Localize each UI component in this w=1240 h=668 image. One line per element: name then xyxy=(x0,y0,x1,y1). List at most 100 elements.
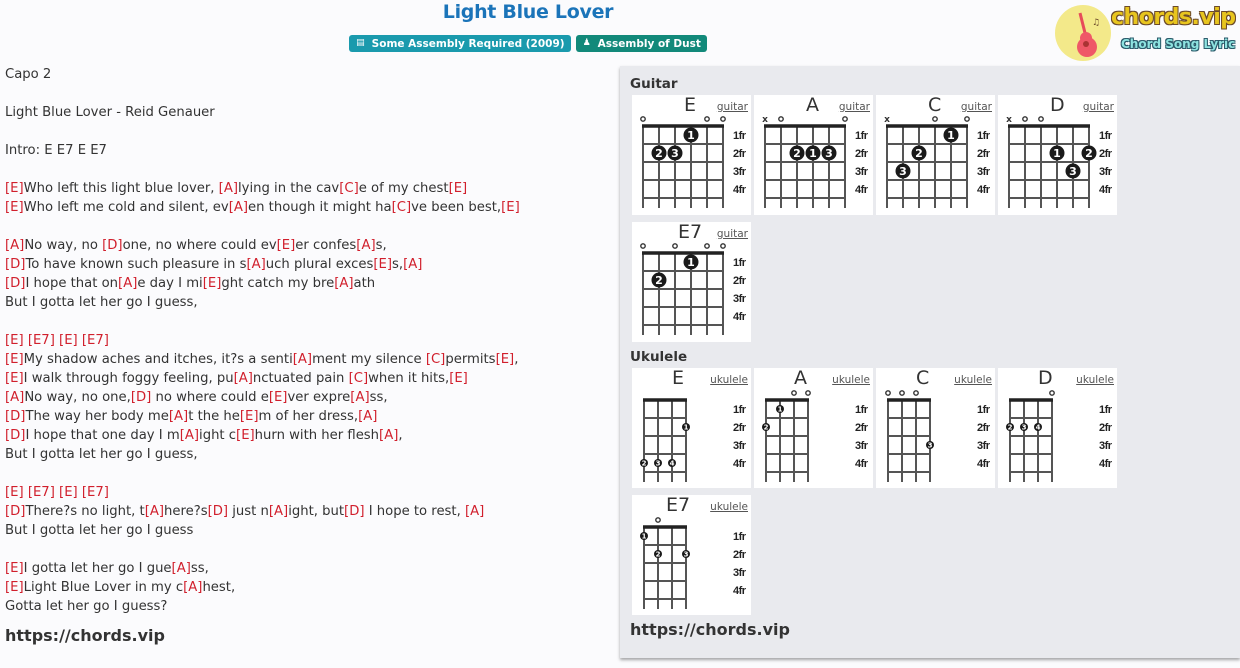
chord-diagram-ukulele-e[interactable]: Eukulele 1fr 2fr 3fr 4fr 1 2 3 4 xyxy=(632,367,751,488)
fretboard: 1fr 2fr 3fr 4fr 1 2 3 xyxy=(640,116,747,208)
chord-diagram-ukulele-e7[interactable]: E7 ukulele 1fr 2fr 3fr 4fr 1 2 3 xyxy=(632,494,751,615)
chord-mark[interactable]: [E7] xyxy=(82,333,109,348)
chord-mark[interactable]: [E7] xyxy=(28,333,55,348)
chord-mark[interactable]: [C] xyxy=(339,181,359,196)
chord-mark[interactable]: [D] xyxy=(208,504,228,519)
chord-mark[interactable]: [C] xyxy=(349,371,369,386)
chord-diagram-ukulele-a[interactable]: Aukulele 1fr 2fr 3fr 4fr 1 2 xyxy=(754,367,873,488)
chord-mark[interactable]: [A] xyxy=(5,238,24,253)
chord-mark[interactable]: [E] xyxy=(277,238,296,253)
chord-mark[interactable]: [E] xyxy=(59,485,78,500)
chord-mark[interactable]: [D] xyxy=(5,409,25,424)
open-string-marker xyxy=(640,116,646,122)
finger-dot: 1 xyxy=(943,127,959,143)
chord-diagram-ukulele-c[interactable]: Cukulele 1fr 2fr 3fr 4fr 3 xyxy=(876,367,995,488)
chord-mark[interactable]: [A] xyxy=(246,257,265,272)
lyric-text: No way, no xyxy=(24,238,103,253)
chord-mark[interactable]: [D] xyxy=(131,390,151,405)
chord-diagram-guitar-a[interactable]: Aguitar 1fr 2fr 3fr 4fr x 2 1 3 xyxy=(754,94,873,215)
ukulele-heading: Ukulele xyxy=(630,349,688,365)
chord-mark[interactable]: [E] xyxy=(203,276,222,291)
chord-mark[interactable]: [E] xyxy=(5,352,24,367)
chord-mark[interactable]: [A] xyxy=(356,238,375,253)
finger-dot: 1 xyxy=(640,532,648,541)
chord-mark[interactable]: [A] xyxy=(350,390,369,405)
chord-mark[interactable]: [C] xyxy=(392,200,412,215)
chord-mark[interactable]: [E] xyxy=(5,333,24,348)
lyric-text: no where could e xyxy=(151,390,269,405)
fretboard: 1fr 2fr 3fr 4fr x 2 1 3 xyxy=(762,115,869,208)
chord-mark[interactable]: [A] xyxy=(379,428,398,443)
chord-mark[interactable]: [A] xyxy=(465,504,484,519)
chord-mark[interactable]: [E] xyxy=(496,352,515,367)
chord-mark[interactable]: [E] xyxy=(449,371,468,386)
lyric-text: But I gotta let her go I guess xyxy=(5,523,194,538)
chord-diagram-guitar-e[interactable]: Eguitar 1fr 2fr 3fr 4fr 1 2 3 xyxy=(632,94,751,215)
lyric-text: e day I mi xyxy=(137,276,203,291)
chord-mark[interactable]: [E] xyxy=(449,181,468,196)
chord-mark[interactable]: [E] xyxy=(5,561,24,576)
fretboard: 1fr 2fr 3fr 4fr 1 2 xyxy=(762,390,869,482)
lyric-line: [E]Light Blue Lover in my c[A]hest, xyxy=(5,578,605,597)
chord-mark[interactable]: [E] xyxy=(373,257,392,272)
chord-mark[interactable]: [A] xyxy=(334,276,353,291)
chord-diagram-ukulele-d[interactable]: Dukulele 1fr 2fr 3fr 4fr 2 3 4 xyxy=(998,367,1117,488)
chord-mark[interactable]: [E] xyxy=(5,181,24,196)
chord-mark[interactable]: [A] xyxy=(358,409,377,424)
lyrics-site-link[interactable]: https://chords.vip xyxy=(5,626,605,645)
chord-mark[interactable]: [A] xyxy=(269,504,288,519)
chord-mark[interactable]: [E7] xyxy=(82,485,109,500)
chord-mark[interactable]: [A] xyxy=(172,561,191,576)
lyric-blank-line xyxy=(5,122,605,141)
chord-diagram-guitar-e7[interactable]: E7 guitar 1fr 2fr 3fr 4fr 1 2 xyxy=(632,221,751,342)
chord-mark[interactable]: [E] xyxy=(5,200,24,215)
chord-mark[interactable]: [E] xyxy=(240,409,259,424)
chord-panel: Guitar Ukulele https://chords.vip Eguita… xyxy=(620,66,1240,658)
chord-mark[interactable]: [A] xyxy=(403,257,422,272)
chord-mark[interactable]: [A] xyxy=(118,276,137,291)
chord-mark[interactable]: [E] xyxy=(5,485,24,500)
chord-mark[interactable]: [A] xyxy=(219,181,238,196)
chord-mark[interactable]: [E] xyxy=(5,580,24,595)
svg-text:1: 1 xyxy=(778,406,783,414)
chord-mark[interactable]: [A] xyxy=(169,409,188,424)
site-logo[interactable]: ♫ chords.vip Chord Song Lyric xyxy=(1053,3,1238,61)
lyric-text: er confes xyxy=(295,238,357,253)
lyric-text: t the he xyxy=(188,409,240,424)
chord-mark[interactable]: [D] xyxy=(102,238,122,253)
svg-text:1: 1 xyxy=(809,147,817,160)
chord-mark[interactable]: [A] xyxy=(234,371,253,386)
chord-mark[interactable]: [E] xyxy=(269,390,288,405)
chord-mark[interactable]: [A] xyxy=(145,504,164,519)
lyric-line: [D]I hope that one day I m[A]ight c[E]hu… xyxy=(5,426,605,445)
fret-label: 4fr xyxy=(733,458,747,470)
chord-mark[interactable]: [A] xyxy=(180,428,199,443)
chord-mark[interactable]: [E7] xyxy=(28,485,55,500)
chord-mark[interactable]: [A] xyxy=(183,580,202,595)
panel-site-link[interactable]: https://chords.vip xyxy=(630,620,790,639)
chord-mark[interactable]: [E] xyxy=(236,428,255,443)
svg-text:2: 2 xyxy=(655,274,663,287)
chord-mark[interactable]: [D] xyxy=(344,504,364,519)
chord-mark[interactable]: [E] xyxy=(501,200,520,215)
song-title: Light Blue Lover xyxy=(442,1,614,23)
chord-mark[interactable]: [D] xyxy=(5,428,25,443)
chord-diagram-guitar-d[interactable]: Dguitar 1fr 2fr 3fr 4fr x 1 2 3 xyxy=(998,94,1117,215)
lyric-text: Light Blue Lover in my c xyxy=(23,580,184,595)
chord-mark[interactable]: [D] xyxy=(5,276,25,291)
chord-diagram-guitar-c[interactable]: Cguitar 1fr 2fr 3fr 4fr x 1 2 3 xyxy=(876,94,995,215)
chord-mark[interactable]: [A] xyxy=(293,352,312,367)
album-badge[interactable]: ▤ Some Assembly Required (2009) xyxy=(349,35,571,52)
lyric-text: when it hits, xyxy=(368,371,450,386)
chord-mark[interactable]: [D] xyxy=(5,257,25,272)
chord-mark[interactable]: [E] xyxy=(59,333,78,348)
chord-mark[interactable]: [A] xyxy=(5,390,24,405)
artist-badge[interactable]: ♟ Assembly of Dust xyxy=(575,35,707,52)
fret-label: 1fr xyxy=(733,531,747,543)
lyric-text: ght catch my bre xyxy=(221,276,335,291)
chord-mark[interactable]: [A] xyxy=(229,200,248,215)
chord-mark[interactable]: [D] xyxy=(5,504,25,519)
fret-label: 4fr xyxy=(977,184,991,196)
chord-mark[interactable]: [C] xyxy=(426,352,446,367)
chord-mark[interactable]: [E] xyxy=(5,371,24,386)
